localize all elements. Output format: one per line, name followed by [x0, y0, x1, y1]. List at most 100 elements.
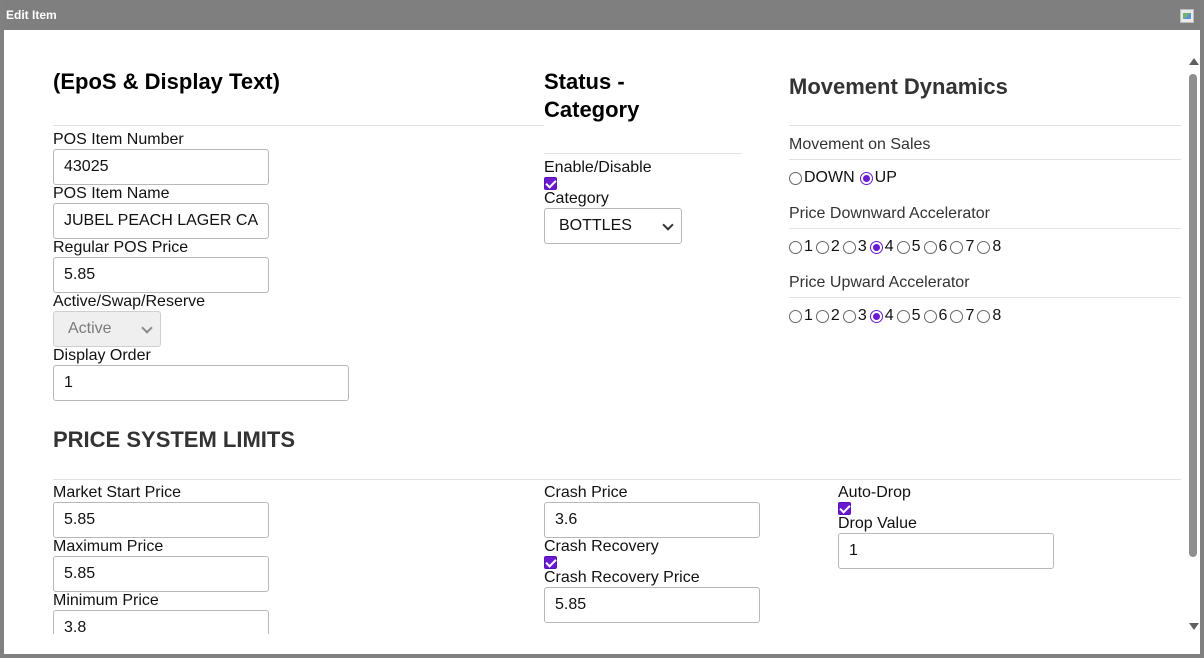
- minimum-price-input[interactable]: [53, 610, 269, 634]
- pos-item-number-input[interactable]: [53, 149, 269, 185]
- regular-pos-price-label: Regular POS Price: [53, 239, 189, 256]
- crash-recovery-price-input[interactable]: [544, 587, 760, 623]
- drop-value-input[interactable]: [838, 533, 1054, 569]
- downward-radio-3[interactable]: [842, 240, 856, 254]
- upward-divider: [789, 297, 1181, 298]
- market-start-price-input[interactable]: [53, 502, 269, 538]
- downward-radio-label-4: 4: [884, 238, 894, 255]
- downward-option-7[interactable]: 7: [950, 238, 974, 256]
- auto-drop-label: Auto-Drop: [838, 484, 911, 501]
- on-sales-divider: [789, 159, 1181, 160]
- downward-radio-label-7: 7: [965, 238, 975, 255]
- upward-option-4[interactable]: 4: [869, 307, 894, 325]
- category-select[interactable]: BOTTLES: [544, 208, 682, 244]
- downward-option-1[interactable]: 1: [789, 238, 813, 256]
- movement-divider: [789, 125, 1181, 126]
- status-heading: Status - Category: [544, 68, 639, 124]
- downward-radio-1[interactable]: [789, 240, 802, 254]
- upward-radio-8[interactable]: [977, 309, 991, 323]
- category-value: BOTTLES: [559, 217, 632, 234]
- upward-radio-3[interactable]: [842, 309, 856, 323]
- price-downward-accelerator-radios: 123456 78: [789, 238, 1004, 256]
- downward-radio-7[interactable]: [950, 240, 964, 254]
- radio-option-down[interactable]: DOWN: [789, 169, 855, 187]
- active-swap-reserve-select[interactable]: Active: [53, 311, 161, 347]
- upward-radio-7[interactable]: [950, 309, 964, 323]
- upward-option-2[interactable]: 2: [815, 307, 840, 325]
- pos-item-number-label: POS Item Number: [53, 131, 184, 148]
- radio-up-label: UP: [874, 169, 897, 186]
- vertical-scrollbar[interactable]: [1186, 54, 1200, 634]
- epos-heading: (EpoS & Display Text): [53, 69, 280, 94]
- movement-on-sales-label: Movement on Sales: [789, 136, 931, 153]
- upward-radio-label-1: 1: [804, 307, 813, 324]
- window-title: Edit Item: [6, 8, 57, 22]
- epos-divider: [53, 125, 544, 126]
- edit-item-window: Edit Item (EpoS & Display Text) POS Item…: [0, 0, 1204, 658]
- downward-divider: [789, 228, 1181, 229]
- price-system-limits-heading: PRICE SYSTEM LIMITS: [53, 427, 296, 452]
- upward-option-5[interactable]: 5: [896, 307, 921, 325]
- downward-option-8[interactable]: 8: [977, 238, 1001, 256]
- price-upward-accelerator-label: Price Upward Accelerator: [789, 274, 970, 291]
- drop-value-label: Drop Value: [838, 515, 917, 532]
- scroll-up-arrow-icon[interactable]: [1189, 58, 1199, 65]
- downward-option-6[interactable]: 6: [923, 238, 947, 256]
- radio-up[interactable]: [859, 171, 873, 185]
- downward-radio-label-1: 1: [804, 238, 813, 255]
- downward-option-2[interactable]: 2: [815, 238, 840, 256]
- crash-price-label: Crash Price: [544, 484, 628, 501]
- movement-on-sales-radios: DOWN UP: [789, 169, 900, 187]
- upward-option-8[interactable]: 8: [977, 307, 1001, 325]
- upward-radio-label-8: 8: [992, 307, 1002, 324]
- status-heading-line1: Status -: [544, 69, 625, 94]
- regular-pos-price-input[interactable]: [53, 257, 269, 293]
- upward-option-7[interactable]: 7: [950, 307, 974, 325]
- upward-radio-label-5: 5: [911, 307, 921, 324]
- downward-radio-label-3: 3: [857, 238, 867, 255]
- display-order-input[interactable]: [53, 365, 349, 401]
- enable-disable-checkbox[interactable]: [544, 177, 557, 190]
- radio-option-up[interactable]: UP: [859, 169, 897, 187]
- upward-radio-5[interactable]: [896, 309, 910, 323]
- upward-radio-2[interactable]: [815, 309, 829, 323]
- upward-radio-label-3: 3: [857, 307, 867, 324]
- movement-heading: Movement Dynamics: [789, 74, 1008, 99]
- downward-radio-8[interactable]: [977, 240, 991, 254]
- upward-radio-4[interactable]: [869, 309, 883, 323]
- status-divider: [544, 153, 742, 154]
- downward-option-4[interactable]: 4: [869, 238, 894, 256]
- downward-option-5[interactable]: 5: [896, 238, 921, 256]
- crash-price-input[interactable]: [544, 502, 760, 538]
- downward-option-3[interactable]: 3: [842, 238, 867, 256]
- minimum-price-label: Minimum Price: [53, 592, 159, 609]
- downward-radio-4[interactable]: [869, 240, 883, 254]
- downward-radio-label-8: 8: [992, 238, 1002, 255]
- downward-radio-6[interactable]: [923, 240, 937, 254]
- price-downward-accelerator-label: Price Downward Accelerator: [789, 205, 990, 222]
- pos-item-name-input[interactable]: [53, 203, 269, 239]
- active-swap-reserve-value: Active: [68, 320, 112, 337]
- category-label: Category: [544, 190, 609, 207]
- upward-radio-1[interactable]: [789, 309, 802, 323]
- upward-option-3[interactable]: 3: [842, 307, 867, 325]
- downward-radio-5[interactable]: [896, 240, 910, 254]
- maximum-price-input[interactable]: [53, 556, 269, 592]
- scroll-thumb[interactable]: [1189, 74, 1197, 557]
- auto-drop-checkbox[interactable]: [838, 502, 851, 515]
- display-order-label: Display Order: [53, 347, 151, 364]
- upward-radio-label-6: 6: [938, 307, 948, 324]
- crash-recovery-checkbox[interactable]: [544, 556, 557, 569]
- upward-radio-6[interactable]: [923, 309, 937, 323]
- scroll-down-arrow-icon[interactable]: [1189, 623, 1199, 630]
- upward-radio-label-2: 2: [830, 307, 840, 324]
- chevron-down-icon: [662, 219, 674, 231]
- downward-radio-2[interactable]: [815, 240, 829, 254]
- chevron-down-icon: [141, 322, 153, 334]
- upward-option-6[interactable]: 6: [923, 307, 948, 325]
- radio-down-label: DOWN: [804, 169, 855, 186]
- upward-radio-label-4: 4: [884, 307, 894, 324]
- upward-option-1[interactable]: 1: [789, 307, 813, 325]
- radio-down[interactable]: [789, 171, 802, 185]
- broken-image-icon[interactable]: [1180, 9, 1194, 23]
